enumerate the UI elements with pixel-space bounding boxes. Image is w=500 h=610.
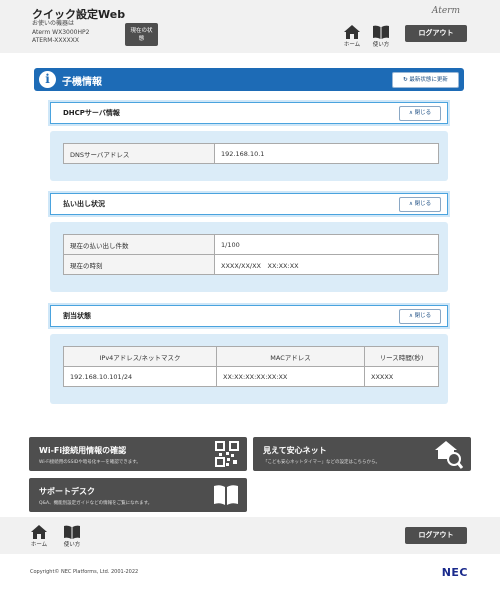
qr-code-icon xyxy=(215,441,239,467)
book-icon xyxy=(64,525,80,539)
table-key: 現在の時刻 xyxy=(63,254,215,275)
logout-button[interactable]: ログアウト xyxy=(405,25,467,42)
help-label: 使い方 xyxy=(63,542,81,548)
home-label: ホーム xyxy=(30,542,48,548)
book-icon xyxy=(373,25,389,39)
wifi-info-tile[interactable]: Wi-Fi接続用情報の確認 Wi-Fi接続用のSSIDや暗号化キーを確認できます… xyxy=(29,437,247,471)
refresh-icon: ↻ xyxy=(403,77,408,83)
home-nav[interactable]: ホーム xyxy=(340,25,364,48)
table-header-row: IPv4アドレス/ネットマスク MACアドレス リース時間(秒) xyxy=(63,346,439,367)
dhcp-table: DNSサーバアドレス 192.168.10.1 xyxy=(63,143,439,164)
copyright: Copyright© NEC Platforms, Ltd. 2001-2022 xyxy=(30,569,139,575)
tile-title: サポートデスク xyxy=(39,487,95,496)
column-header: IPv4アドレス/ネットマスク xyxy=(63,346,217,367)
close-label: 閉じる xyxy=(414,110,432,116)
column-header: リース時間(秒) xyxy=(364,346,439,367)
safety-net-tile[interactable]: 見えて安心ネット 「こども安心ネットタイマー」などの設定はこちらから。 xyxy=(253,437,471,471)
table-value: 192.168.10.1 xyxy=(214,143,439,164)
close-button[interactable]: ∧ 閉じる xyxy=(399,106,441,121)
close-label: 閉じる xyxy=(414,201,432,207)
table-row: 192.168.10.101/24 XX:XX:XX:XX:XX:XX XXXX… xyxy=(63,366,439,387)
help-nav[interactable]: 使い方 xyxy=(369,25,393,48)
device-info: お使いの機器は Aterm WX3000HP2 ATERM-XXXXXX xyxy=(32,20,89,46)
table-row: 現在の時刻 XXXX/XX/XX XX:XX:XX xyxy=(63,254,439,275)
group-title: 払い出し状況 xyxy=(63,200,105,208)
footer-home-nav[interactable]: ホーム xyxy=(27,525,51,548)
help-label: 使い方 xyxy=(372,42,390,48)
group-title: 割当状態 xyxy=(63,312,91,320)
close-label: 閉じる xyxy=(414,313,432,319)
assignment-table: IPv4アドレス/ネットマスク MACアドレス リース時間(秒) 192.168… xyxy=(63,346,439,387)
assignment-group-header: 割当状態 ∧ 閉じる xyxy=(50,305,448,327)
tile-desc: Q&A、機能別設定ガイドなどの情報をご覧になれます。 xyxy=(39,501,153,506)
tile-title: Wi-Fi接続用情報の確認 xyxy=(39,446,127,455)
support-desk-tile[interactable]: サポートデスク Q&A、機能別設定ガイドなどの情報をご覧になれます。 xyxy=(29,478,247,512)
current-status-label: 現在の状態 xyxy=(130,27,153,42)
lease-group-header: 払い出し状況 ∧ 閉じる xyxy=(50,193,448,215)
table-row: 現在の払い出し件数 1/100 xyxy=(63,234,439,255)
home-label: ホーム xyxy=(343,42,361,48)
table-key: DNSサーバアドレス xyxy=(63,143,215,164)
chevron-up-icon: ∧ xyxy=(408,110,413,116)
book-icon xyxy=(214,485,238,505)
footer-logout-button[interactable]: ログアウト xyxy=(405,527,467,544)
home-icon xyxy=(344,25,360,39)
current-status-button[interactable]: 現在の状態 xyxy=(125,23,158,46)
home-icon xyxy=(31,525,47,539)
footer-bar: ホーム 使い方 ログアウト xyxy=(0,517,500,554)
info-icon: i xyxy=(39,71,56,88)
section-title: 子機情報 xyxy=(62,77,102,88)
house-search-icon xyxy=(435,441,463,469)
table-cell: 192.168.10.101/24 xyxy=(63,366,217,387)
table-value: XXXX/XX/XX XX:XX:XX xyxy=(214,254,439,275)
tile-desc: 「こども安心ネットタイマー」などの設定はこちらから。 xyxy=(263,460,380,465)
assignment-group-body: IPv4アドレス/ネットマスク MACアドレス リース時間(秒) 192.168… xyxy=(50,334,448,404)
lease-group-body: 現在の払い出し件数 1/100 現在の時刻 XXXX/XX/XX XX:XX:X… xyxy=(50,222,448,292)
table-cell: XXXXX xyxy=(364,366,439,387)
close-button[interactable]: ∧ 閉じる xyxy=(399,197,441,212)
table-value: 1/100 xyxy=(214,234,439,255)
refresh-button[interactable]: ↻ 最新状態に更新 xyxy=(392,72,459,88)
nec-logo: NEC xyxy=(441,566,468,579)
section-header: i 子機情報 ↻ 最新状態に更新 xyxy=(34,68,464,91)
dhcp-group-body: DNSサーバアドレス 192.168.10.1 xyxy=(50,131,448,181)
group-title: DHCPサーバ情報 xyxy=(63,109,120,117)
column-header: MACアドレス xyxy=(216,346,365,367)
device-line: お使いの機器は xyxy=(32,20,75,27)
chevron-up-icon: ∧ xyxy=(408,201,413,207)
device-name: ATERM-XXXXXX xyxy=(32,37,79,44)
dhcp-group-header: DHCPサーバ情報 ∧ 閉じる xyxy=(50,102,448,124)
chevron-up-icon: ∧ xyxy=(408,313,413,319)
table-key: 現在の払い出し件数 xyxy=(63,234,215,255)
table-cell: XX:XX:XX:XX:XX:XX xyxy=(216,366,365,387)
refresh-label: 最新状態に更新 xyxy=(409,77,448,83)
header: クイック設定Web お使いの機器は Aterm WX3000HP2 ATERM-… xyxy=(0,0,500,53)
table-row: DNSサーバアドレス 192.168.10.1 xyxy=(63,143,439,164)
brand-logo: Aterm xyxy=(431,6,460,16)
device-model: Aterm WX3000HP2 xyxy=(32,28,90,36)
footer-help-nav[interactable]: 使い方 xyxy=(60,525,84,548)
tile-desc: Wi-Fi接続用のSSIDや暗号化キーを確認できます。 xyxy=(39,460,141,465)
close-button[interactable]: ∧ 閉じる xyxy=(399,309,441,324)
lease-table: 現在の払い出し件数 1/100 現在の時刻 XXXX/XX/XX XX:XX:X… xyxy=(63,234,439,275)
tile-title: 見えて安心ネット xyxy=(263,446,327,455)
